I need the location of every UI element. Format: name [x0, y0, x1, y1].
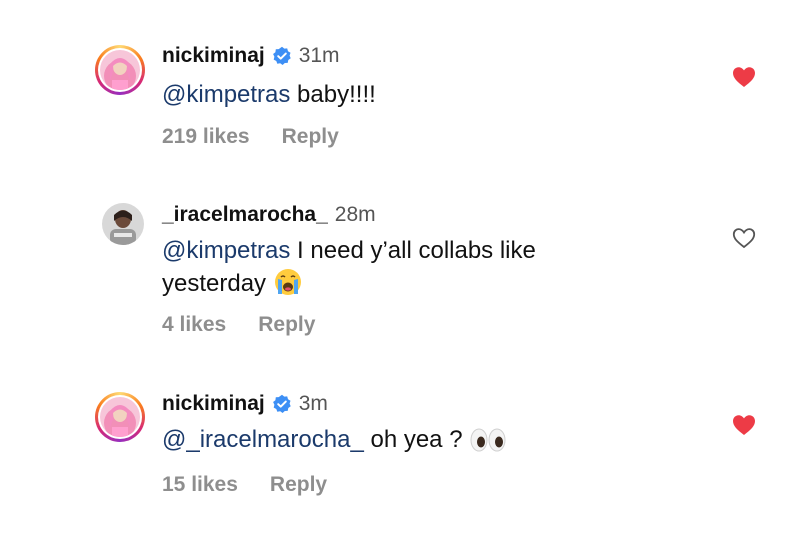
avatar-border	[98, 395, 142, 439]
pink-haired-avatar-icon	[100, 397, 140, 437]
verified-badge-icon	[272, 394, 291, 413]
comment-text: @_iracelmarocha_ oh yea ?	[162, 424, 682, 456]
username[interactable]: _iracelmarocha_	[162, 203, 328, 227]
timestamp: 31m	[298, 44, 340, 67]
comment-meta: 15 likes Reply	[162, 473, 327, 497]
avatar	[100, 50, 140, 90]
avatar-story-ring[interactable]	[95, 392, 145, 442]
avatar-story-ring[interactable]	[95, 45, 145, 95]
reply-button[interactable]: Reply	[258, 313, 315, 337]
likes-count[interactable]: 15 likes	[162, 473, 238, 497]
comment-header: nickiminaj 3m	[162, 392, 328, 416]
comment-text: @kimpetras baby!!!!	[162, 79, 682, 111]
comment-header: nickiminaj 31m	[162, 44, 340, 68]
avatar-border	[98, 48, 142, 92]
like-heart-filled-icon[interactable]	[732, 414, 756, 436]
comment-text: @kimpetras I need y’all collabs like yes…	[162, 235, 682, 300]
avatar[interactable]	[102, 203, 144, 245]
like-heart-outline-icon[interactable]	[732, 227, 756, 249]
selfie-avatar-icon	[102, 203, 144, 245]
mention-link[interactable]: @kimpetras	[162, 81, 290, 108]
avatar	[100, 397, 140, 437]
pink-haired-avatar-icon	[100, 50, 140, 90]
likes-count[interactable]: 219 likes	[162, 125, 250, 149]
username[interactable]: nickiminaj	[162, 392, 265, 416]
likes-count[interactable]: 4 likes	[162, 313, 226, 337]
username[interactable]: nickiminaj	[162, 44, 265, 68]
loudly-crying-face-icon	[274, 269, 301, 295]
comment-body: I need y’all collabs like	[290, 237, 536, 264]
comment-header: _iracelmarocha_ 28m	[162, 203, 376, 227]
reply-button[interactable]: Reply	[282, 125, 339, 149]
timestamp: 28m	[334, 203, 376, 226]
comment-meta: 219 likes Reply	[162, 125, 339, 149]
verified-badge-icon	[272, 46, 291, 65]
like-heart-filled-icon[interactable]	[732, 66, 756, 88]
reply-button[interactable]: Reply	[270, 473, 327, 497]
mention-link[interactable]: @_iracelmarocha_	[162, 426, 364, 453]
mention-link[interactable]: @kimpetras	[162, 237, 290, 264]
comment-body: oh yea ?	[363, 426, 463, 453]
eyes-icon	[470, 428, 506, 452]
timestamp: 3m	[298, 392, 328, 415]
comment-body: baby!!!!	[290, 81, 376, 108]
comment-body-line2: yesterday	[162, 270, 267, 297]
comment-meta: 4 likes Reply	[162, 313, 315, 337]
